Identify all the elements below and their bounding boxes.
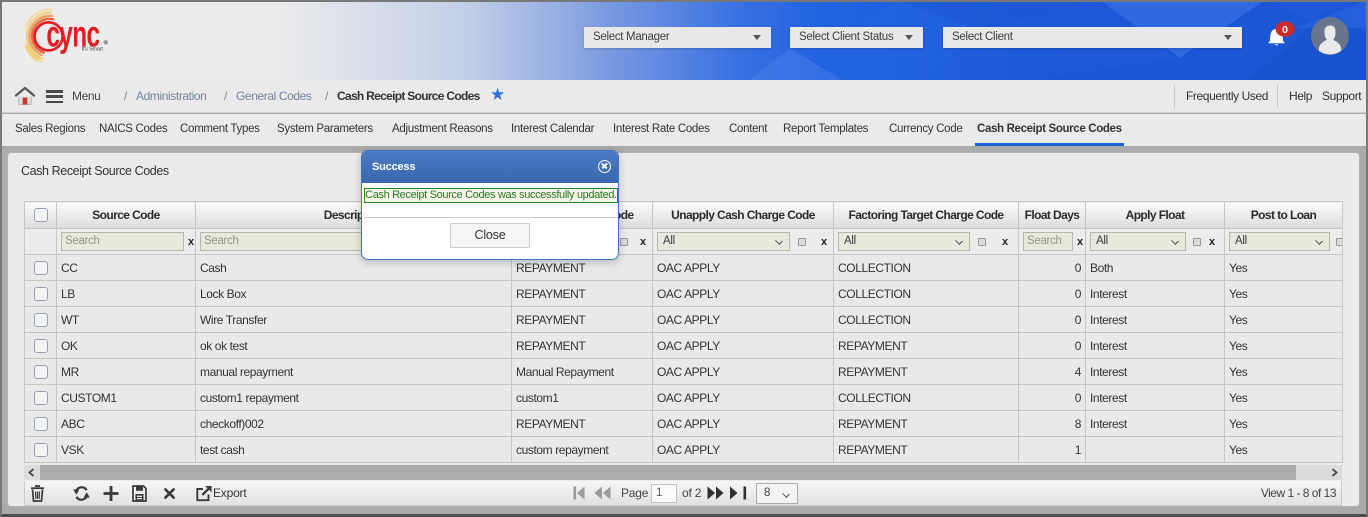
svg-text:It's Smart: It's Smart [82,46,104,52]
svg-text:®: ® [104,40,109,47]
svg-text:0: 0 [1282,24,1288,36]
